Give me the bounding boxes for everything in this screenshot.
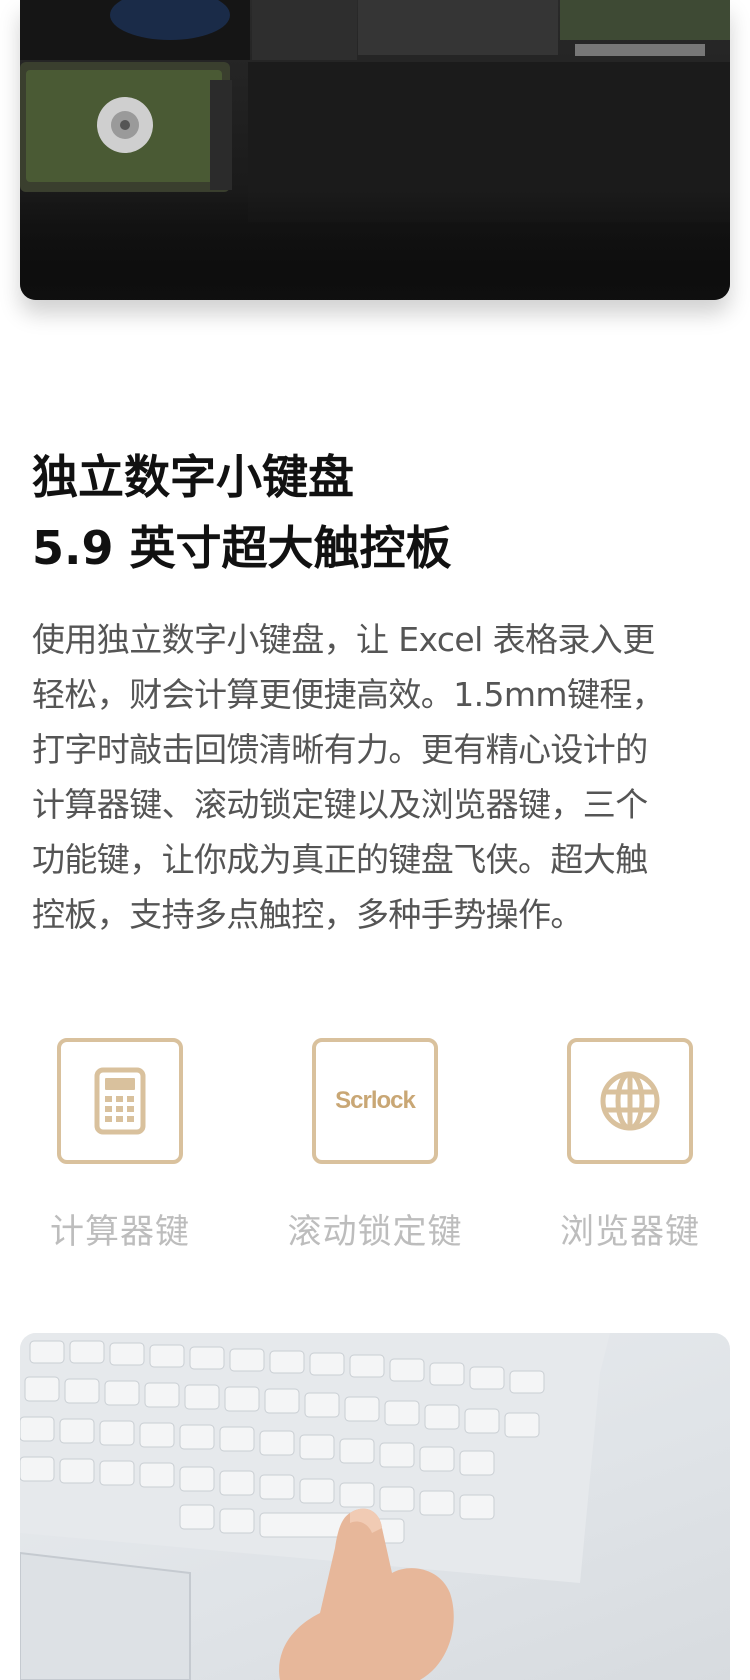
description-line: 控板，支持多点触控，多种手势操作。 (32, 895, 583, 934)
feature-label: 滚动锁定键 (287, 1212, 463, 1252)
feature-label: 浏览器键 (560, 1212, 700, 1252)
laptop-internals-image (20, 0, 730, 300)
calculator-icon (57, 1038, 183, 1164)
description-line: 打字时敲击回馈清晰有力。更有精心设计的 (32, 730, 648, 769)
scrlock-icon-text: Scrlock (335, 1087, 416, 1114)
description-line: 轻松，财会计算更便捷高效。1.5mm键程， (32, 675, 665, 714)
feature-browser-key: 浏览器键 (540, 1038, 720, 1253)
globe-icon (567, 1038, 693, 1164)
feature-calculator-key: 计算器键 (30, 1038, 210, 1253)
description-line: 计算器键、滚动锁定键以及浏览器键，三个 (32, 785, 648, 824)
feature-headline: 独立数字小键盘 5.9 英寸超大触控板 (32, 442, 712, 584)
feature-scroll-lock-key: Scrlock 滚动锁定键 (285, 1038, 465, 1253)
feature-label: 计算器键 (50, 1212, 190, 1252)
headline-line-1: 独立数字小键盘 (32, 450, 354, 504)
description-line: 功能键，让你成为真正的键盘飞侠。超大触 (32, 840, 648, 879)
keyboard-touchpad-image (20, 1333, 730, 1680)
feature-description: 使用独立数字小键盘，让 Excel 表格录入更 轻松，财会计算更便捷高效。1.5… (32, 612, 732, 942)
scrlock-icon: Scrlock (312, 1038, 438, 1164)
headline-line-2: 5.9 英寸超大触控板 (32, 521, 452, 575)
description-line: 使用独立数字小键盘，让 Excel 表格录入更 (32, 620, 655, 659)
